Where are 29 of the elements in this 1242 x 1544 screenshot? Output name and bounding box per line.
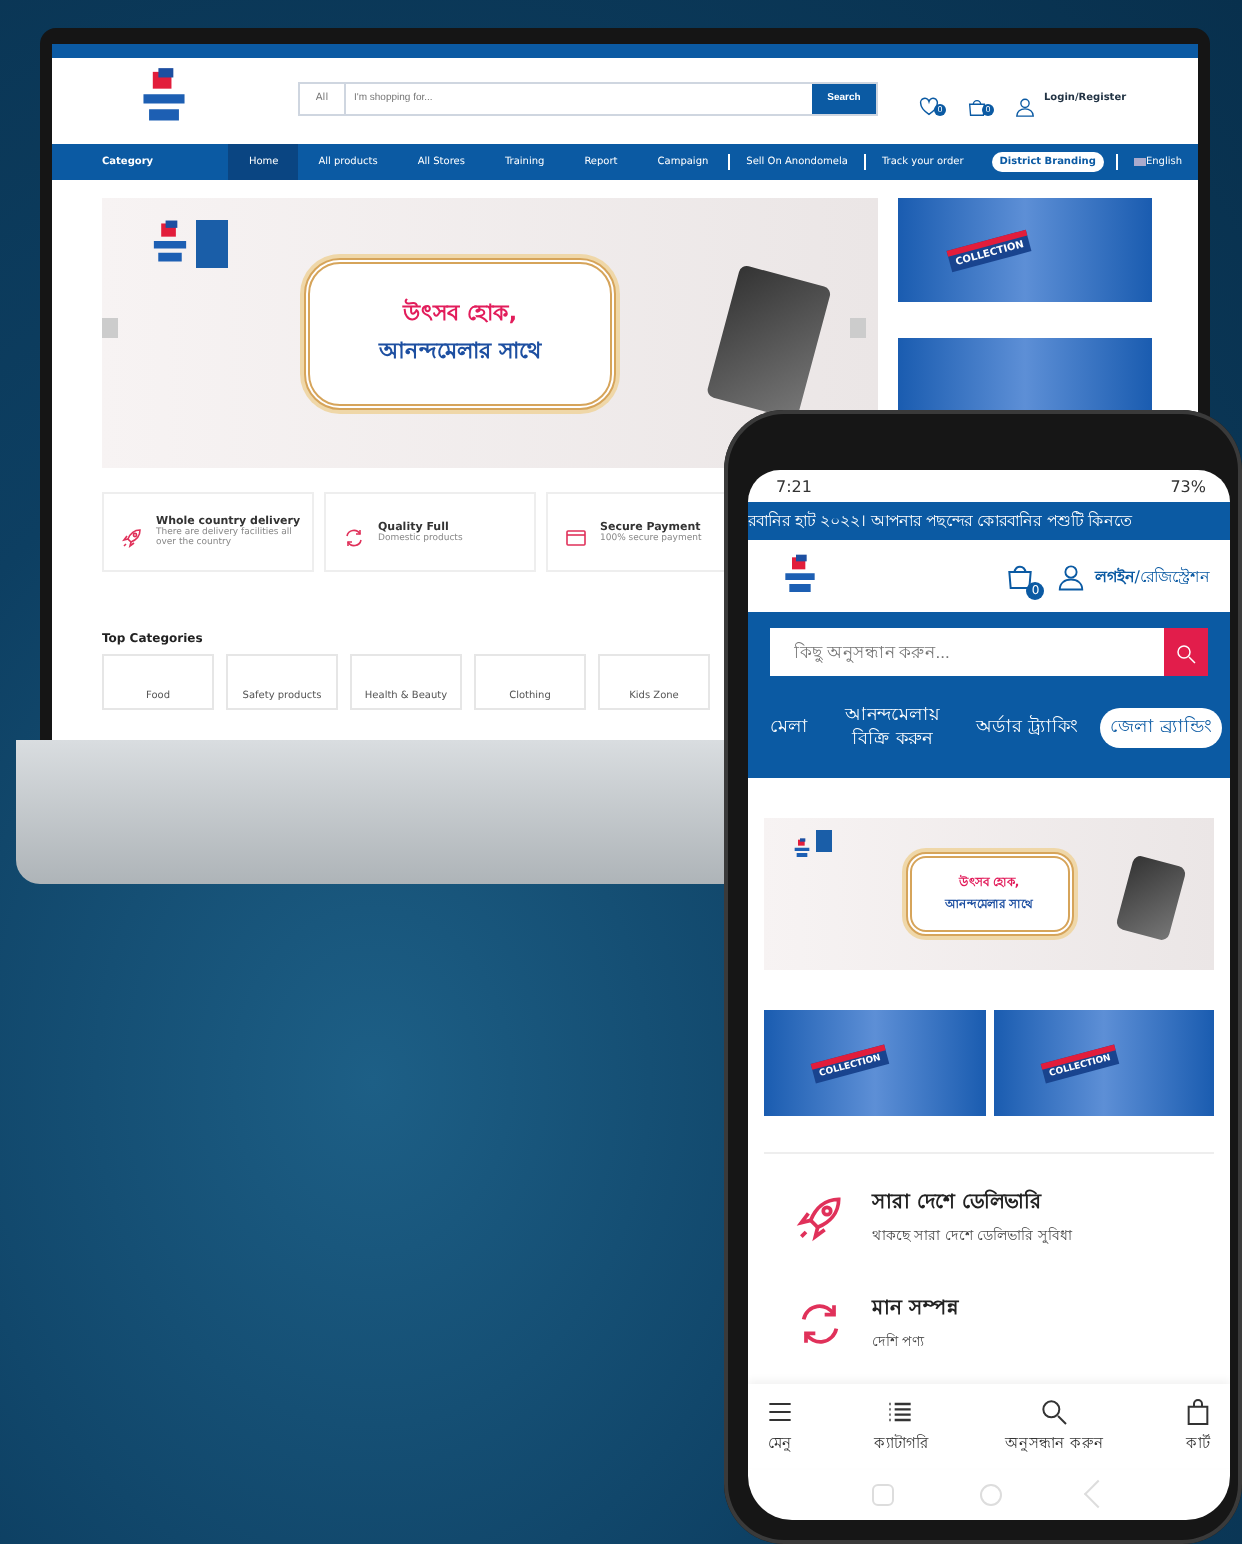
- nav-tab[interactable]: জেলা ব্র্যান্ডিং: [1100, 707, 1222, 749]
- recent-apps-icon[interactable]: [871, 1483, 893, 1505]
- home-icon[interactable]: [979, 1483, 1001, 1505]
- emblem-icon: [815, 830, 831, 853]
- announcement-ticker: রবানির হাট ২০২২। আপনার পছন্দের কোরবানির পশুটি কিনতে: [748, 502, 1230, 540]
- rocket-icon: [120, 526, 144, 550]
- user-icon: [1014, 95, 1036, 117]
- feature-title: সারা দেশে ডেলিভারি: [872, 1187, 1044, 1218]
- search-icon: [1174, 640, 1198, 668]
- flag-icon: [1133, 158, 1146, 166]
- cart-icon: [966, 95, 988, 117]
- emblem-icon: [196, 219, 229, 268]
- battery-level: 73%: [1170, 477, 1206, 495]
- app-logo: [780, 554, 820, 598]
- wishlist-icon: [918, 95, 940, 117]
- user-icon: [1056, 561, 1087, 591]
- status-time: 7:21: [776, 477, 812, 495]
- cart-icon: [1004, 560, 1037, 592]
- cycle-icon: [342, 526, 366, 550]
- feature-title: মান সম্পন্ন: [872, 1296, 959, 1324]
- search-button[interactable]: [1164, 628, 1208, 676]
- login-link[interactable]: লগইন/রেজিস্ট্রেশন: [1094, 563, 1210, 589]
- search-icon: [1038, 1396, 1071, 1428]
- slogan-line: উৎসব হোক,: [402, 296, 517, 329]
- slogan-line: আনন্দমেলার সাথে: [379, 335, 541, 367]
- nav-tab[interactable]: আনন্দমেলায় বিক্রি করুন: [830, 703, 955, 753]
- nav-tab[interactable]: অর্ডার ট্র্যাকিং: [976, 715, 1079, 741]
- nav-tab[interactable]: মেলা: [770, 715, 808, 741]
- card-icon: [564, 526, 588, 550]
